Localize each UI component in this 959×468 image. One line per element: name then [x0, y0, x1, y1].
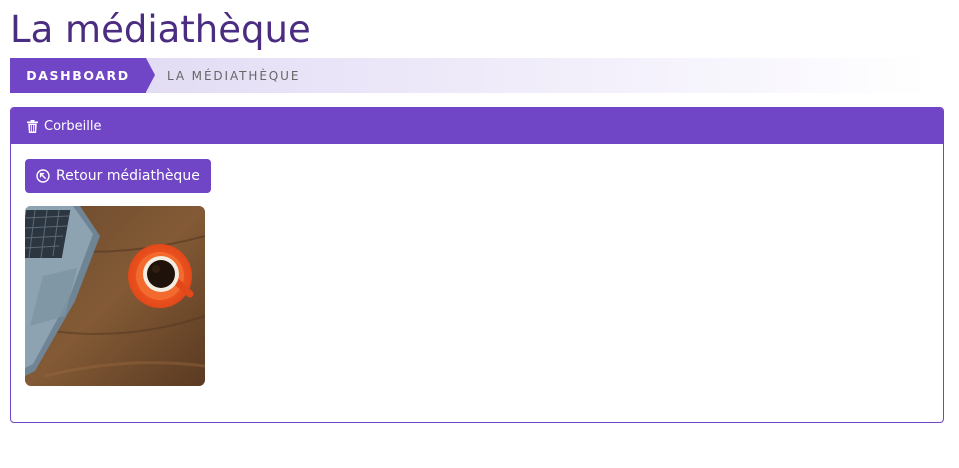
media-image [25, 206, 205, 386]
breadcrumb: DASHBOARD LA MÉDIATHÈQUE [10, 58, 930, 93]
breadcrumb-dashboard-link[interactable]: DASHBOARD [10, 58, 155, 93]
trash-icon [27, 119, 38, 133]
trash-panel: Corbeille Retour médiathèque [10, 107, 944, 423]
panel-header: Corbeille [11, 108, 943, 144]
return-media-library-label: Retour médiathèque [56, 168, 200, 184]
media-thumbnail[interactable] [25, 206, 205, 386]
page-title: La médiathèque [10, 8, 311, 51]
return-media-library-button[interactable]: Retour médiathèque [25, 159, 211, 193]
return-icon [36, 169, 50, 183]
panel-title: Corbeille [44, 118, 102, 134]
panel-body: Retour médiathèque [11, 144, 943, 208]
breadcrumb-current: LA MÉDIATHÈQUE [167, 68, 301, 83]
